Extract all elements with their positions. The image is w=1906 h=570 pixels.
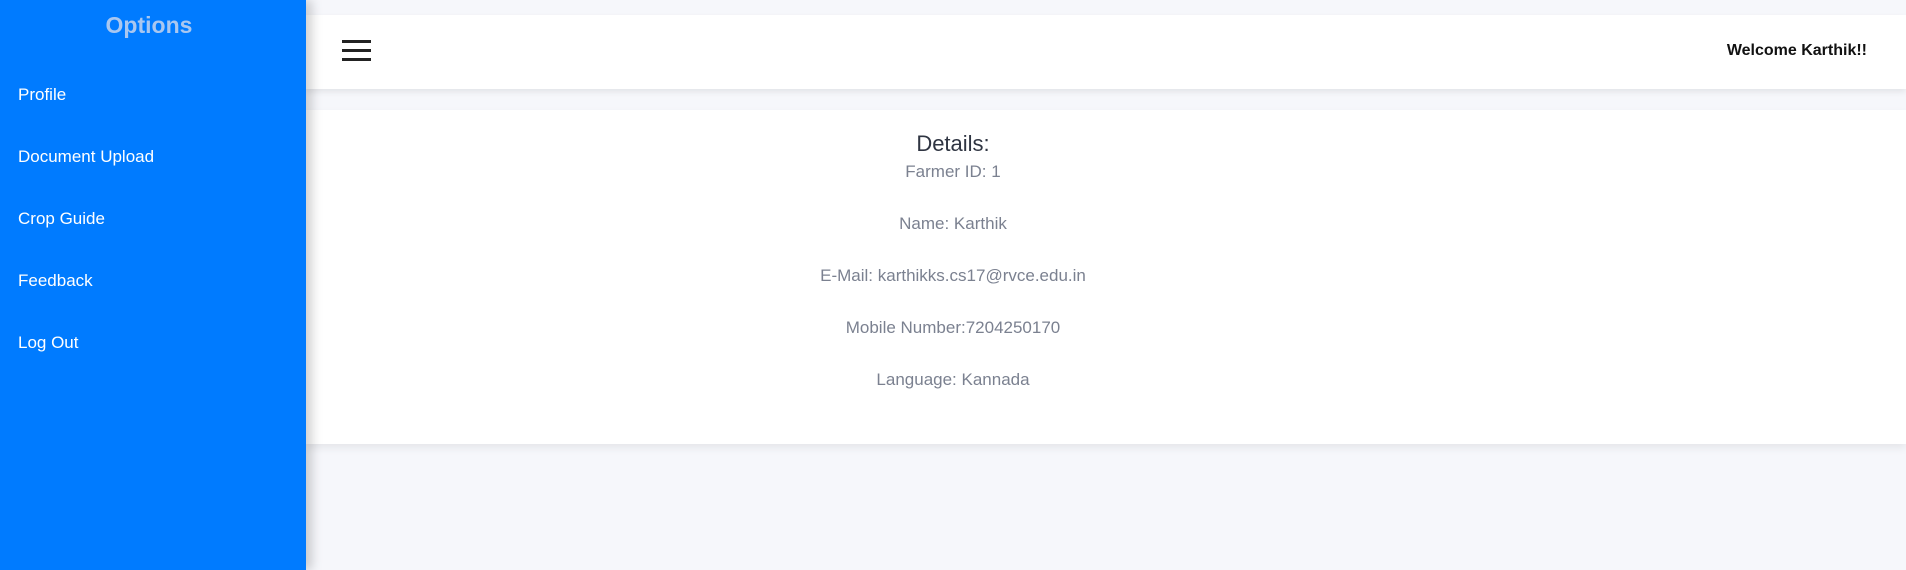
farmer-name: Name: Karthik <box>899 214 1007 233</box>
hamburger-bar <box>342 58 371 61</box>
details-card: Details: Farmer ID: 1 Name: Karthik E-Ma… <box>306 110 1906 444</box>
hamburger-bar <box>342 40 371 43</box>
sidebar-item-feedback[interactable]: Feedback <box>18 270 93 292</box>
welcome-message: Welcome Karthik!! <box>1726 42 1867 59</box>
sidebar: Options Profile Document Upload Crop Gui… <box>0 0 306 570</box>
sidebar-item-profile[interactable]: Profile <box>18 84 66 106</box>
sidebar-item-log-out[interactable]: Log Out <box>18 332 79 354</box>
farmer-mobile: Mobile Number:7204250170 <box>845 318 1061 337</box>
sidebar-item-document-upload[interactable]: Document Upload <box>18 146 154 168</box>
farmer-email: E-Mail: karthikks.cs17@rvce.edu.in <box>820 266 1086 285</box>
details-heading: Details: <box>916 131 990 156</box>
farmer-language: Language: Kannada <box>876 370 1030 389</box>
top-navbar: Welcome Karthik!! <box>306 15 1906 89</box>
farmer-id: Farmer ID: 1 <box>905 162 1001 181</box>
hamburger-bar <box>342 49 371 52</box>
sidebar-item-crop-guide[interactable]: Crop Guide <box>18 208 105 230</box>
sidebar-title: Options <box>105 12 193 38</box>
hamburger-menu-icon[interactable] <box>342 40 371 62</box>
